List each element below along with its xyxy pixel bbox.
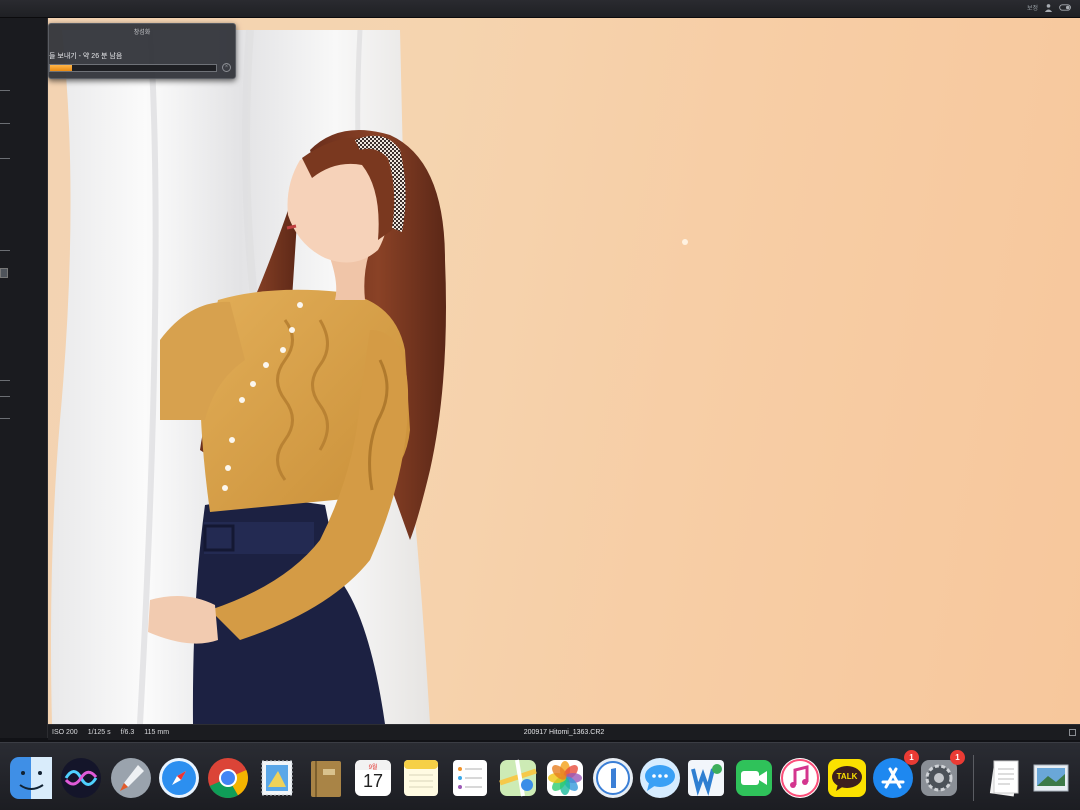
music-icon[interactable] <box>779 757 821 799</box>
panel-button[interactable] <box>0 268 8 278</box>
export-progress-fill <box>50 65 72 71</box>
dock: 9월 17 TALK 1 1 <box>0 742 1080 810</box>
photos-icon[interactable] <box>544 757 586 799</box>
documents-stack-icon[interactable] <box>984 757 1026 799</box>
calendar-icon[interactable]: 9월 17 <box>352 757 394 799</box>
preview-stack-icon[interactable] <box>1030 757 1072 799</box>
aperture-value: f/6.3 <box>120 729 135 736</box>
dock-separator <box>973 755 974 801</box>
panel-tick <box>0 250 10 251</box>
window-toggle-icon[interactable] <box>1059 3 1072 12</box>
cancel-export-icon[interactable]: × <box>222 63 231 72</box>
siri-icon[interactable] <box>60 757 102 799</box>
left-panel <box>0 18 48 738</box>
system-preferences-icon[interactable]: 1 <box>918 750 965 799</box>
facetime-icon[interactable] <box>733 757 775 799</box>
calendar-month: 9월 <box>368 765 378 771</box>
fullscreen-icon[interactable] <box>1069 729 1076 736</box>
safari-icon[interactable] <box>158 757 200 799</box>
shutter-value: 1/125 s <box>87 729 111 736</box>
app-store-badge: 1 <box>904 750 919 765</box>
export-progress-bar <box>49 64 217 72</box>
reminders-icon[interactable] <box>449 757 491 799</box>
panel-tick <box>0 396 10 397</box>
user-icon[interactable] <box>1044 3 1053 12</box>
panel-tick <box>0 123 10 124</box>
menu-bar: 보정 <box>0 0 1080 18</box>
export-status-text: 들 보내기 - 약 26 분 남음 <box>49 53 123 60</box>
notes-icon[interactable] <box>400 757 442 799</box>
exif-readout: ISO 200 1/125 s f/6.3 115 mm <box>52 729 169 736</box>
messages-icon[interactable] <box>639 757 681 799</box>
export-progress-dialog: 창섬화 들 보내기 - 약 26 분 남음 × <box>48 23 236 79</box>
maps-icon[interactable] <box>497 757 539 799</box>
notebook-icon[interactable] <box>305 757 347 799</box>
photo-filename: 200917 Hitomi_1363.CR2 <box>523 729 605 736</box>
calendar-day: 17 <box>362 771 384 791</box>
panel-tick <box>0 90 10 91</box>
chrome-icon[interactable] <box>207 757 249 799</box>
kakaotalk-label: TALK <box>836 772 858 781</box>
panel-tick <box>0 158 10 159</box>
word-processor-icon[interactable] <box>685 757 727 799</box>
launchpad-icon[interactable] <box>110 757 152 799</box>
photo-preview: 창섬화 들 보내기 - 약 26 분 남음 × <box>48 18 1080 724</box>
export-dialog-title: 창섬화 <box>133 30 151 36</box>
focal-length-value: 115 mm <box>144 729 170 736</box>
panel-tick <box>0 418 10 419</box>
panel-tick <box>0 380 10 381</box>
photo-image <box>51 29 688 724</box>
iso-value: ISO 200 <box>52 729 78 736</box>
password-manager-icon[interactable] <box>592 757 634 799</box>
menu-bar-label[interactable]: 보정 <box>1027 3 1038 12</box>
menu-bar-right: 보정 <box>1027 3 1072 12</box>
photo-info-bar: 200917 Hitomi_1363.CR2 ISO 200 1/125 s f… <box>48 724 1080 740</box>
app-store-icon[interactable]: 1 <box>872 750 919 799</box>
screen: 보정 창섬화 들 보내기 - 약 26 분 남음 × 200917 Hitomi… <box>0 0 1080 810</box>
finder-icon[interactable] <box>10 757 52 799</box>
system-preferences-badge: 1 <box>950 750 965 765</box>
mail-stamp-icon[interactable] <box>256 757 298 799</box>
kakaotalk-icon[interactable]: TALK <box>826 757 868 799</box>
